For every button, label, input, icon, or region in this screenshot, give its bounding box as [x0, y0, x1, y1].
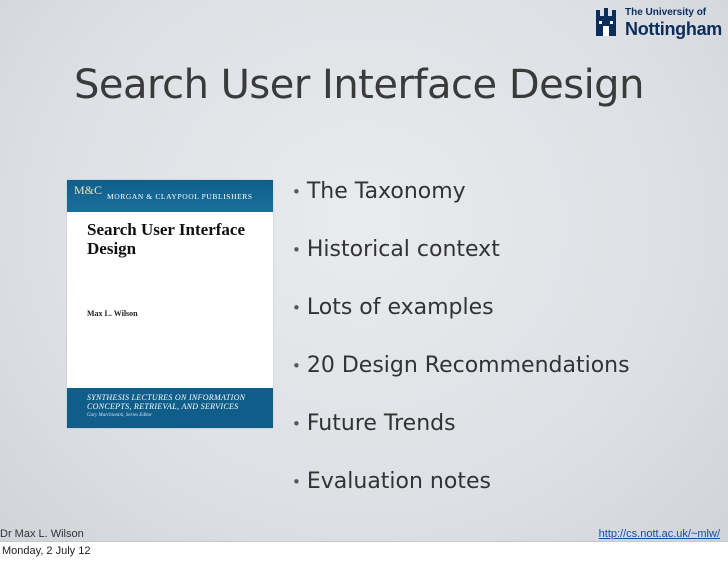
bullet-icon: •	[292, 241, 301, 259]
slide-title: Search User Interface Design	[74, 62, 644, 108]
crest-icon	[596, 8, 616, 36]
book-author: Max L. Wilson	[87, 309, 138, 318]
bullet-list: • The Taxonomy • Historical context • Lots …	[292, 178, 630, 526]
bullet-item: • Historical context	[292, 236, 630, 294]
bullet-icon: •	[292, 415, 301, 433]
bullet-text: Evaluation notes	[306, 469, 491, 494]
bullet-text: Lots of examples	[306, 295, 494, 320]
bullet-item: • Future Trends	[292, 410, 630, 468]
bullet-icon: •	[292, 299, 301, 317]
bullet-text: The Taxonomy	[306, 179, 466, 204]
bullet-icon: •	[292, 473, 301, 491]
logo-line-1: The University of	[625, 7, 707, 18]
university-logo: The University of Nottingham	[593, 0, 722, 46]
bullet-item: • Evaluation notes	[292, 468, 630, 526]
bullet-text: Historical context	[306, 237, 500, 262]
publisher-mark: M&C	[74, 183, 103, 197]
bullet-item: • Lots of examples	[292, 294, 630, 352]
book-editor: Gary Marchionini, Series Editor	[87, 413, 153, 418]
book-title: Search User Interface Design	[87, 220, 245, 258]
book-cover: M&C MORGAN & CLAYPOOL PUBLISHERS Search …	[67, 180, 273, 428]
bullet-item: • The Taxonomy	[292, 178, 630, 236]
book-series: SYNTHESIS LECTURES ON INFORMATION CONCEP…	[87, 393, 246, 411]
logo-text: The University of Nottingham	[625, 7, 722, 39]
bullet-icon: •	[292, 357, 301, 375]
bullet-icon: •	[292, 183, 301, 201]
footer-author: Dr Max L. Wilson	[0, 528, 84, 540]
bullet-item: • 20 Design Recommendations	[292, 352, 630, 410]
bullet-text: Future Trends	[306, 411, 456, 436]
date-label: Monday, 2 July 12	[2, 545, 91, 557]
logo-line-2: Nottingham	[625, 19, 722, 39]
date-bar: Monday, 2 July 12	[0, 541, 728, 561]
footer-url-link[interactable]: http://cs.nott.ac.uk/~mlw/	[599, 528, 720, 540]
bullet-text: 20 Design Recommendations	[306, 353, 630, 378]
publisher-name: MORGAN & CLAYPOOL PUBLISHERS	[107, 192, 253, 201]
